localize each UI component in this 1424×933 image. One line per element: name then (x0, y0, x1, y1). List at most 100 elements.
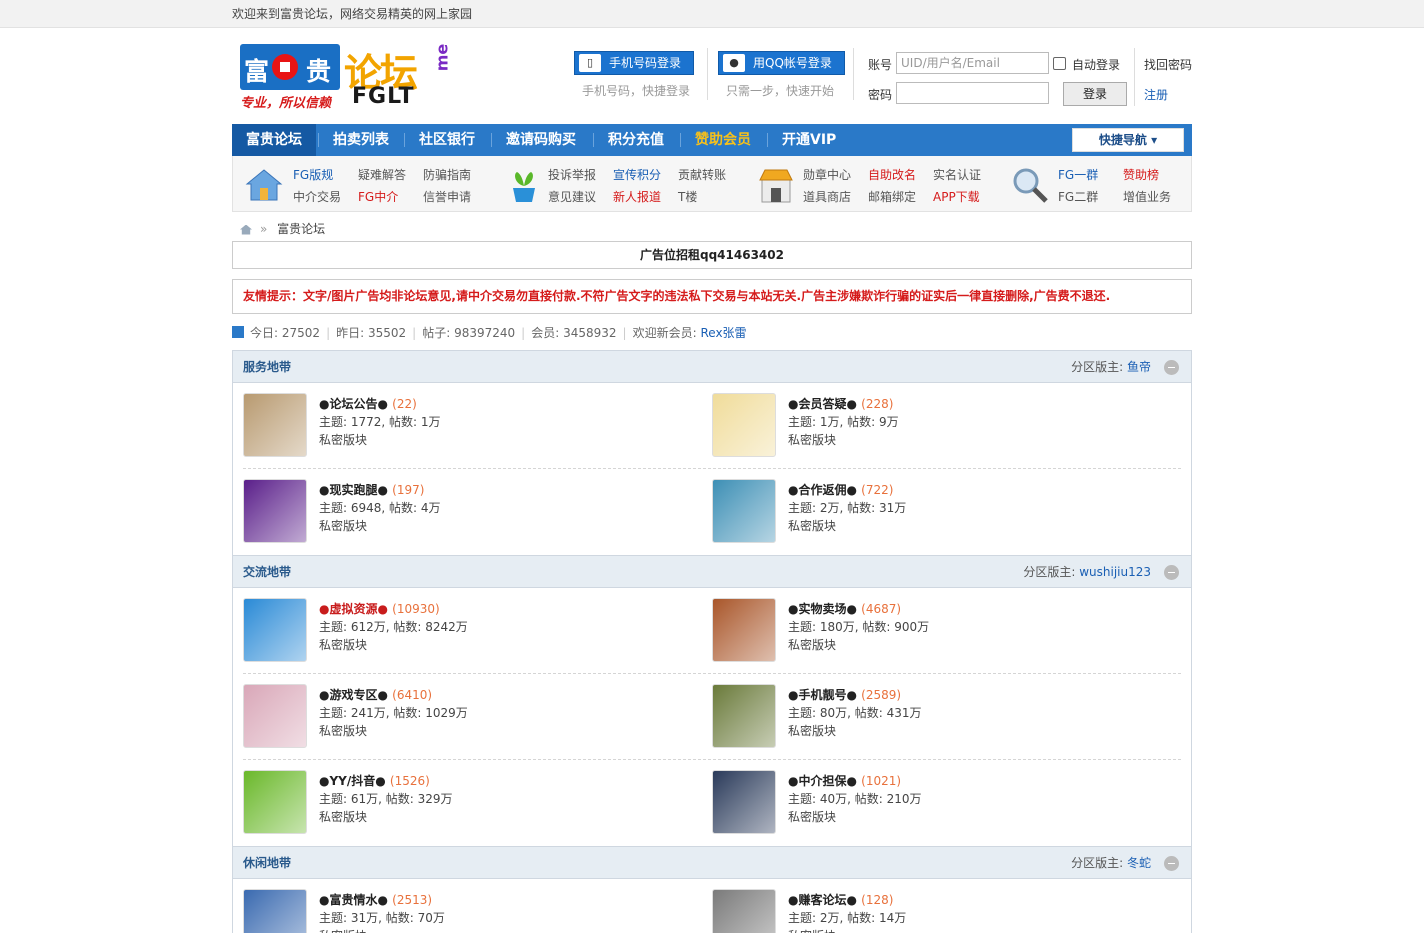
subnav-link[interactable]: FG二群 (1058, 188, 1098, 205)
forum-icon[interactable] (712, 770, 776, 834)
section-title[interactable]: 服务地带 (243, 351, 291, 383)
forum-name-link[interactable]: ●现实跑腿● (319, 483, 388, 497)
forum-icon[interactable] (243, 479, 307, 543)
subnav-link[interactable]: 信誉申请 (423, 188, 471, 205)
subnav-link[interactable]: 增值业务 (1123, 188, 1171, 205)
account-input[interactable]: UID/用户名/Email (896, 52, 1049, 74)
subnav-link[interactable]: APP下载 (933, 188, 980, 205)
header: 富 贵 论坛 FGLT me 专业，所以信赖 ▯ 手机号码登录 手机号码，快捷登录… (232, 28, 1192, 124)
subnav-link[interactable]: FG中介 (358, 188, 398, 205)
moderator-link[interactable]: 冬蛇 (1127, 856, 1151, 870)
forum-name-link[interactable]: ●会员答疑● (788, 397, 857, 411)
section-header[interactable]: 交流地带 分区版主: wushijiu123 (233, 556, 1191, 588)
forum-icon[interactable] (712, 479, 776, 543)
subnav-link[interactable]: 防骗指南 (423, 166, 471, 183)
forum-icon[interactable] (243, 598, 307, 662)
newest-member-link[interactable]: Rex张雷 (700, 326, 746, 340)
nav-item-auction[interactable]: 拍卖列表 (319, 124, 403, 156)
subnav-link[interactable]: 勋章中心 (803, 166, 851, 183)
forum-name-link[interactable]: ●实物卖场● (788, 602, 857, 616)
subnav-link[interactable]: 疑难解答 (358, 166, 406, 183)
phone-login-button[interactable]: ▯ 手机号码登录 (574, 51, 695, 75)
forum-name-link[interactable]: ●手机靓号● (788, 688, 857, 702)
subnav-link[interactable]: 自助改名 (868, 166, 916, 183)
forum-item: ●现实跑腿● (197) 主题: 6948, 帖数: 4万 私密版块 (243, 479, 703, 545)
section-title[interactable]: 休闲地带 (243, 847, 291, 879)
forum-privacy: 私密版块 (788, 638, 837, 652)
logo-char-1: 富 (244, 57, 270, 86)
subnav-link[interactable]: FG一群 (1058, 166, 1098, 183)
forum-stats: 今日: 27502 | 昨日: 35502 | 帖子: 98397240 | 会员: 345… (232, 316, 1192, 350)
site-logo[interactable]: 富 贵 论坛 FGLT me 专业，所以信赖 (240, 44, 451, 111)
subnav-link[interactable]: 宣传积分 (613, 166, 661, 183)
forum-name-link[interactable]: ●富贵情水● (319, 893, 388, 907)
forum-icon[interactable] (712, 889, 776, 933)
forum-name-link[interactable]: ●YY/抖音● (319, 774, 386, 788)
forum-item: ●游戏专区● (6410) 主题: 241万, 帖数: 1029万 私密版块 (243, 684, 703, 750)
subnav-link[interactable]: 新人报道 (613, 188, 661, 205)
nav-item-invite[interactable]: 邀请码购买 (492, 124, 590, 156)
forum-name-line: ●游戏专区● (6410) (319, 686, 432, 703)
nav-item-sponsor[interactable]: 赞助会员 (681, 124, 765, 156)
logo-slogan: 专业，所以信赖 (240, 96, 332, 111)
forum-name-link[interactable]: ●合作返佣● (788, 483, 857, 497)
notice-bar: 友情提示：文字/图片广告均非论坛意见,请中介交易勿直接付款.不符广告文字的违法私… (232, 279, 1192, 314)
nav-item-bank[interactable]: 社区银行 (405, 124, 489, 156)
forum-stats: 主题: 612万, 帖数: 8242万 (319, 620, 468, 634)
section-title[interactable]: 交流地带 (243, 556, 291, 588)
logo-dot (272, 54, 298, 80)
password-input[interactable] (896, 82, 1049, 104)
subnav-link[interactable]: 中介交易 (293, 188, 341, 205)
ad-banner[interactable]: 广告位招租qq41463402 (232, 241, 1192, 269)
section-header[interactable]: 服务地带 分区版主: 鱼帝 (233, 351, 1191, 383)
subnav-link[interactable]: T楼 (678, 188, 697, 205)
forum-icon[interactable] (712, 684, 776, 748)
forum-icon[interactable] (243, 770, 307, 834)
forum-icon[interactable] (712, 598, 776, 662)
qq-login-button[interactable]: ● 用QQ帐号登录 (718, 51, 845, 75)
forum-name-link[interactable]: ●虚拟资源● (319, 602, 388, 616)
forum-icon[interactable] (243, 393, 307, 457)
collapse-icon[interactable] (1164, 856, 1179, 871)
forum-name-link[interactable]: ●赚客论坛● (788, 893, 857, 907)
divider (853, 48, 854, 100)
password-label: 密码 (868, 88, 893, 102)
forum-icon[interactable] (712, 393, 776, 457)
logo-fglt: FGLT (352, 84, 415, 109)
stat-label: 会员: (531, 326, 560, 340)
moderator-link[interactable]: 鱼帝 (1127, 360, 1151, 374)
nav-item-home[interactable]: 富贵论坛 (232, 124, 316, 156)
subnav-link[interactable]: 赞助榜 (1123, 166, 1159, 183)
auto-login-checkbox[interactable] (1053, 57, 1066, 70)
moderator-label: 分区版主: (1071, 856, 1124, 870)
subnav-link[interactable]: 投诉举报 (548, 166, 596, 183)
subnav-link[interactable]: 贡献转账 (678, 166, 726, 183)
section-moderator: 分区版主: 鱼帝 (1071, 351, 1151, 383)
section-header[interactable]: 休闲地带 分区版主: 冬蛇 (233, 847, 1191, 879)
nav-item-vip[interactable]: 开通VIP (768, 124, 850, 156)
home-icon[interactable] (240, 224, 252, 235)
forum-row: ●游戏专区● (6410) 主题: 241万, 帖数: 1029万 私密版块 ●手机靓… (243, 674, 1181, 760)
forum-icon[interactable] (243, 889, 307, 933)
breadcrumb-current[interactable]: 富贵论坛 (277, 222, 325, 236)
forum-name-link[interactable]: ●论坛公告● (319, 397, 388, 411)
nav-item-recharge[interactable]: 积分充值 (594, 124, 678, 156)
collapse-icon[interactable] (1164, 565, 1179, 580)
subnav-link[interactable]: 道具商店 (803, 188, 851, 205)
forum-stats: 主题: 6948, 帖数: 4万 (319, 501, 441, 515)
subnav-link[interactable]: FG版规 (293, 166, 333, 183)
find-password-link[interactable]: 找回密码 (1144, 56, 1192, 73)
collapse-icon[interactable] (1164, 360, 1179, 375)
forum-name-link[interactable]: ●中介担保● (788, 774, 857, 788)
login-button[interactable]: 登录 (1063, 82, 1127, 106)
forum-stats: 主题: 1万, 帖数: 9万 (788, 415, 899, 429)
forum-name-line: ●中介担保● (1021) (788, 772, 901, 789)
subnav-link[interactable]: 邮箱绑定 (868, 188, 916, 205)
forum-name-link[interactable]: ●游戏专区● (319, 688, 388, 702)
forum-icon[interactable] (243, 684, 307, 748)
moderator-link[interactable]: wushijiu123 (1079, 565, 1151, 579)
register-link[interactable]: 注册 (1144, 86, 1168, 103)
subnav-link[interactable]: 实名认证 (933, 166, 981, 183)
subnav-link[interactable]: 意见建议 (548, 188, 596, 205)
quick-nav-button[interactable]: 快捷导航 ▾ (1072, 128, 1184, 152)
